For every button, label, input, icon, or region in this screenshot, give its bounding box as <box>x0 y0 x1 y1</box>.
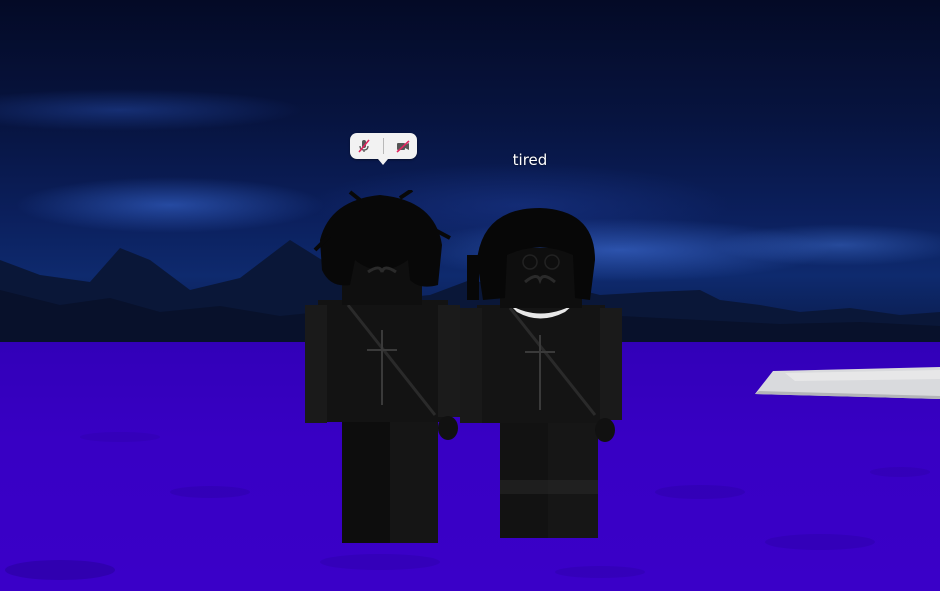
avatar-left[interactable] <box>300 190 465 550</box>
avatar-right[interactable] <box>455 200 630 545</box>
mic-muted-icon[interactable] <box>355 137 373 155</box>
game-viewport[interactable]: tired <box>0 0 940 591</box>
white-platform[interactable] <box>755 367 940 399</box>
chat-bubble-text: tired <box>512 151 548 169</box>
camera-off-icon[interactable] <box>394 137 412 155</box>
bubble-divider <box>383 138 384 154</box>
voice-status-bubble[interactable] <box>350 133 417 165</box>
